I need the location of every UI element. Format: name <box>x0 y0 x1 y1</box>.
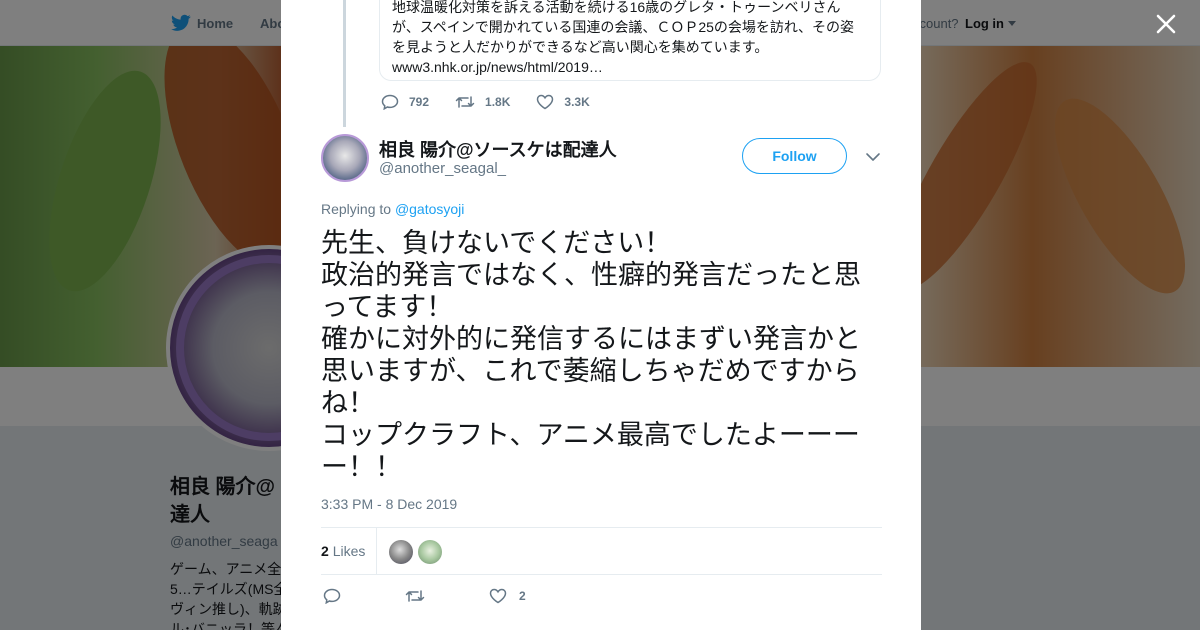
liker-avatar[interactable] <box>389 540 413 564</box>
follow-button[interactable]: Follow <box>742 138 847 174</box>
reply-icon <box>381 94 399 110</box>
heart-icon <box>489 588 507 604</box>
liker-avatar[interactable] <box>418 540 442 564</box>
reply-icon <box>323 588 341 604</box>
retweet-icon <box>455 96 475 108</box>
likes-stat[interactable]: 2 Likes <box>321 543 365 559</box>
quoted-card-body: 地球温暖化対策を訴える活動を続ける16歳のグレタ・トゥーンベリさんが、スペインで… <box>392 0 855 55</box>
retweet-button[interactable]: 1.8K <box>455 94 510 110</box>
heart-icon <box>537 94 554 110</box>
reply-count: 792 <box>409 95 430 109</box>
quoted-link-card[interactable]: 地球温暖化対策を訴える活動を続ける16歳のグレタ・トゥーンベリさんが、スペインで… <box>379 0 881 81</box>
tweet-author-name[interactable]: 相良 陽介@ソースケは配達人 <box>379 136 617 162</box>
like-button[interactable]: 3.3K <box>536 94 590 110</box>
retweet-count: 1.8K <box>485 95 511 109</box>
tweet-timestamp[interactable]: 3:33 PM - 8 Dec 2019 <box>321 496 457 512</box>
reply-button[interactable]: 792 <box>381 94 429 110</box>
retweet-button[interactable] <box>405 588 437 604</box>
replying-to-prefix: Replying to <box>321 201 395 217</box>
tweet-text: 先生、負けないでください！ 政治的発言ではなく、性癖的発言だったと思ってます！ … <box>321 228 861 482</box>
tweet-author-handle[interactable]: @another_seagal_ <box>379 160 506 177</box>
replying-to-link[interactable]: @gatosyoji <box>395 201 464 217</box>
reply-button[interactable] <box>323 588 353 604</box>
tweet-modal: 地球温暖化対策を訴える活動を続ける16歳のグレタ・トゥーンベリさんが、スペインで… <box>281 0 921 630</box>
retweet-icon <box>405 590 425 602</box>
quoted-card-text: 地球温暖化対策を訴える活動を続ける16歳のグレタ・トゥーンベリさんが、スペインで… <box>392 0 868 77</box>
tweet-actions: 2 <box>323 586 578 606</box>
likes-stat-count: 2 <box>321 543 329 559</box>
divider <box>376 528 377 574</box>
quoted-card-link[interactable]: www3.nhk.or.jp/news/html/2019… <box>392 59 603 75</box>
tweet-author-avatar[interactable] <box>321 134 369 182</box>
close-icon[interactable] <box>1154 12 1178 36</box>
like-button[interactable]: 2 <box>489 588 526 604</box>
thread-connector-line <box>343 0 346 127</box>
likes-stat-label: Likes <box>332 543 366 559</box>
tweet-stats: 2 Likes <box>321 527 882 575</box>
replying-to: Replying to @gatosyoji <box>321 201 464 217</box>
like-count: 3.3K <box>564 95 590 109</box>
chevron-down-icon[interactable] <box>865 150 881 164</box>
previous-tweet-actions: 792 1.8K 3.3K <box>381 92 616 112</box>
like-count: 2 <box>519 589 526 603</box>
